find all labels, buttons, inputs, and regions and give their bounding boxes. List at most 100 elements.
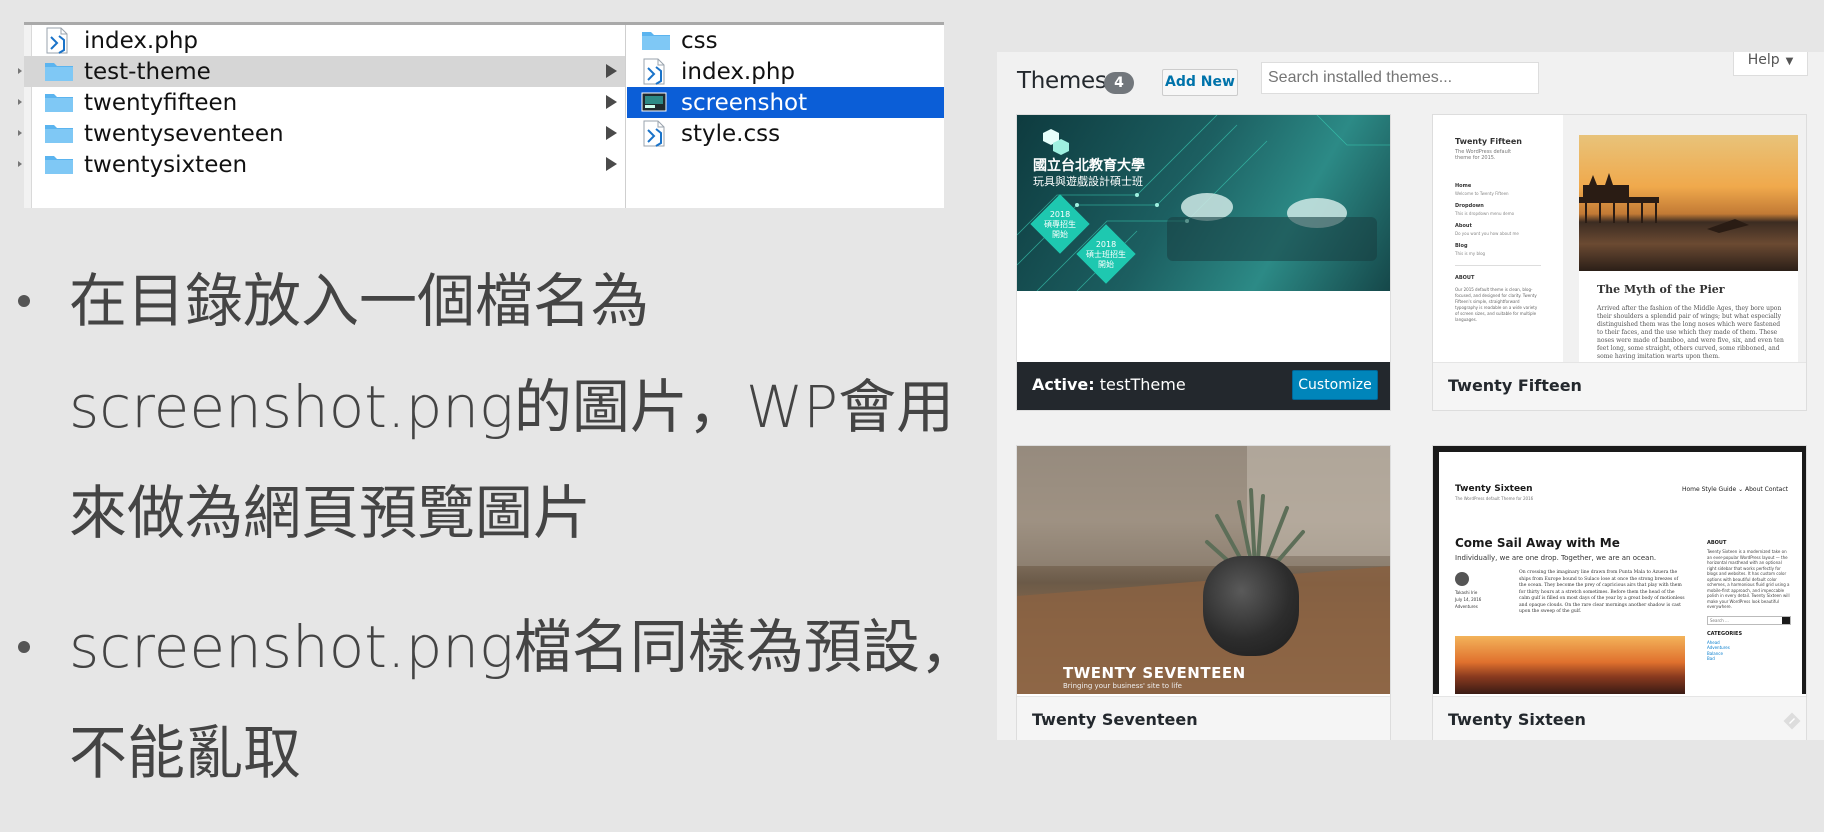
theme-screenshot: TWENTY SEVENTEEN Bringing your business'… (1017, 446, 1390, 694)
t17-site-title: TWENTY SEVENTEEN (1063, 664, 1246, 682)
theme-card-active[interactable]: 國立台北教育大學 玩具與遊戲設計碩士班 2018 碩專招生 開始 2018 碩士… (1016, 114, 1391, 411)
finder-item-label: index.php (84, 28, 199, 54)
finder-item-label: test-theme (84, 59, 211, 85)
finder-column-themes: index.php test-theme twentyfifteen twent… (18, 25, 626, 208)
badge-line: 開始 (1052, 230, 1068, 239)
php-file-icon (46, 27, 68, 54)
finder-item-twentyseventeen[interactable]: twentyseventeen (18, 118, 625, 149)
search-icon (1782, 616, 1790, 624)
theme-name: Twenty Fifteen (1448, 376, 1582, 395)
expand-arrow-icon (606, 64, 617, 78)
t16-about-text: Twenty Sixteen is a modernized take on a… (1707, 549, 1790, 609)
bullet-line: screenshot.png檔名同樣為預設， (69, 613, 978, 681)
t16-post-title: Come Sail Away with Me (1455, 536, 1620, 550)
badge-line: 碩專招生 (1044, 220, 1076, 229)
add-new-button[interactable]: Add New (1162, 69, 1238, 96)
caret-down-icon: ▼ (1785, 56, 1794, 67)
plant-pot-graphic (1203, 556, 1299, 656)
bullet-line: 不能亂取 (69, 719, 302, 787)
t16-page: Twenty Sixteen The WordPress default The… (1439, 452, 1802, 694)
theme-card-footer: Twenty Fifteen (1433, 362, 1806, 410)
finder-column-view: index.php test-theme twentyfifteen twent… (18, 22, 944, 208)
t16-sunset-image (1455, 636, 1685, 694)
theme-name: Twenty Seventeen (1032, 710, 1198, 729)
finder-item-label: screenshot (681, 90, 808, 116)
finder-item-label: twentysixteen (84, 152, 248, 178)
customize-button[interactable]: Customize (1292, 370, 1378, 400)
badge-line: 開始 (1098, 260, 1114, 269)
finder-item-style-css[interactable]: style.css (627, 118, 944, 149)
finder-item-label: css (681, 28, 718, 54)
finder-column-test-theme: css index.php screenshot style.css (627, 25, 944, 208)
tf-about-heading: ABOUT (1455, 275, 1475, 281)
tf-nav-desc: This is my blog (1455, 251, 1486, 256)
banner-subtitle: 玩具與遊戲設計碩士班 (1033, 175, 1143, 188)
tf-sidebar: Twenty Fifteen The WordPress default the… (1433, 115, 1563, 363)
t16-meta: Adventures (1455, 604, 1478, 609)
theme-card-footer: Twenty Sixteen (1433, 696, 1806, 740)
page-title: Themes (1017, 68, 1107, 94)
screenshot-blank-area (1017, 291, 1390, 363)
t17-tagline: Bringing your business' site to life (1063, 682, 1182, 690)
theme-card-twenty-sixteen[interactable]: Twenty Sixteen The WordPress default The… (1432, 445, 1807, 740)
bullet-item: screenshot.png檔名同樣為預設， 不能亂取 (14, 594, 978, 806)
t16-meta: July 14, 2016 (1455, 597, 1482, 602)
t16-nav: Home Style Guide ⌄ About Contact (1681, 486, 1788, 493)
tf-nav-item: About (1455, 223, 1472, 229)
tf-article: The Myth of the Pier Arrived after the f… (1579, 271, 1798, 363)
t16-categories: Ahead Adventures Balance Bad (1707, 640, 1791, 662)
disclosure-dot-icon (18, 130, 22, 136)
badge-line: 2018 (1095, 240, 1117, 249)
css-file-icon (643, 120, 665, 147)
bullet-dot (18, 295, 30, 307)
t16-category: Bad (1707, 656, 1715, 661)
tf-nav-item: Dropdown (1455, 203, 1484, 209)
bullet-line: 來做為網頁預覽圖片 (69, 479, 592, 547)
pier-silhouette-graphic (1579, 173, 1749, 233)
help-label: Help (1747, 52, 1780, 68)
slide-bullets: 在目錄放入一個檔名為 screenshot.png的圖片，WP會用 來做為網頁預… (14, 248, 978, 806)
finder-item-twentyfifteen[interactable]: twentyfifteen (18, 87, 625, 118)
theme-count-badge: 4 (1104, 72, 1134, 94)
finder-item-label: twentyfifteen (84, 90, 238, 116)
tf-site-title: Twenty Fifteen (1455, 137, 1522, 146)
bullet-line: screenshot.png的圖片，WP會用 (69, 373, 955, 441)
disclosure-dot-icon (18, 68, 22, 74)
disclosure-dot-icon (18, 161, 22, 167)
tf-nav-item: Home (1455, 183, 1472, 189)
author-avatar (1455, 572, 1469, 586)
finder-item-test-theme[interactable]: test-theme (18, 56, 625, 87)
finder-item-index-php[interactable]: index.php (627, 56, 944, 87)
help-tab-button[interactable]: Help ▼ (1733, 52, 1808, 76)
theme-screenshot: 國立台北教育大學 玩具與遊戲設計碩士班 2018 碩專招生 開始 2018 碩士… (1017, 115, 1390, 363)
edit-pencil-icon (1783, 712, 1801, 730)
t16-about-heading: ABOUT (1707, 540, 1727, 546)
tf-nav-desc: Do you want you how about me (1455, 231, 1519, 236)
folder-icon (45, 125, 73, 143)
theme-screenshot: Twenty Sixteen The WordPress default The… (1433, 446, 1806, 694)
bullet-item: 在目錄放入一個檔名為 screenshot.png的圖片，WP會用 來做為網頁預… (14, 248, 955, 566)
finder-item-twentysixteen[interactable]: twentysixteen (18, 149, 625, 180)
finder-item-screenshot[interactable]: screenshot (627, 87, 944, 118)
finder-item-css[interactable]: css (627, 25, 944, 56)
t16-meta: Takashi Irie (1455, 590, 1478, 595)
expand-arrow-icon (606, 95, 617, 109)
t16-post-text: On crossing the imaginary line drawn fro… (1519, 570, 1685, 614)
t16-post-lede: Individually, we are one drop. Together,… (1455, 554, 1657, 562)
folder-icon (45, 156, 73, 174)
tf-content: The Myth of the Pier Arrived after the f… (1563, 115, 1806, 363)
bullet-dot (18, 641, 30, 653)
badge-text: 2018 碩士班招生 開始 (1086, 240, 1126, 270)
tf-nav-desc: Welcome to Twenty Fifteen (1455, 191, 1509, 196)
theme-card-footer: Twenty Seventeen (1017, 696, 1390, 740)
search-themes-input[interactable] (1261, 62, 1539, 94)
t16-search-placeholder: Search ... (1710, 617, 1729, 623)
finder-item-label: twentyseventeen (84, 121, 284, 147)
theme-name: testTheme (1099, 375, 1186, 394)
finder-item-label: style.css (681, 121, 781, 147)
finder-item-index-php[interactable]: index.php (24, 25, 625, 56)
tf-divider (1455, 265, 1541, 266)
badge-text: 2018 碩專招生 開始 (1040, 210, 1080, 240)
theme-card-twenty-seventeen[interactable]: TWENTY SEVENTEEN Bringing your business'… (1016, 445, 1391, 740)
theme-card-twenty-fifteen[interactable]: Twenty Fifteen The WordPress default the… (1432, 114, 1807, 411)
